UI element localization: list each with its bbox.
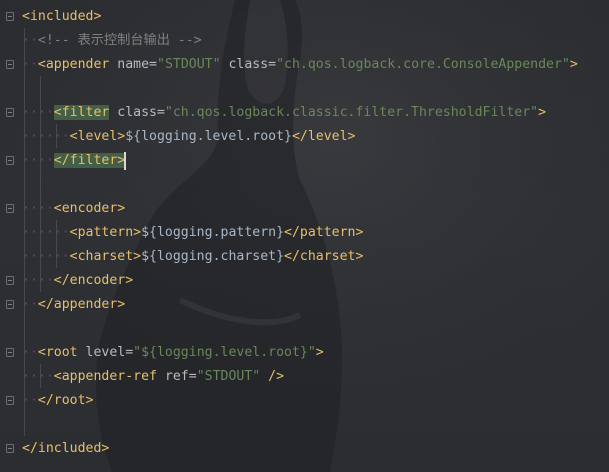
indent-whitespace: ···· — [22, 153, 54, 168]
editor-gutter — [0, 0, 20, 472]
indent-whitespace: ·· — [22, 57, 38, 72]
xml-text: ${logging.pattern} — [141, 225, 285, 240]
xml-tag-highlighted: </filter> — [53, 153, 126, 168]
text-caret — [124, 152, 126, 170]
indent-whitespace: ·· — [22, 297, 38, 312]
code-line[interactable]: ······<level>${logging.level.root}</leve… — [22, 125, 355, 149]
xml-tag: </included> — [22, 441, 110, 456]
xml-tag: <appender — [37, 57, 110, 72]
xml-tag: <charset> — [69, 249, 142, 264]
xml-tag: </root> — [37, 393, 94, 408]
code-line[interactable]: ······<pattern>${logging.pattern}</patte… — [22, 221, 363, 245]
xml-attribute: name= — [109, 57, 157, 72]
indent-whitespace: ·· — [22, 345, 38, 360]
fold-end-marker-icon[interactable] — [6, 396, 14, 405]
fold-marker-icon[interactable] — [6, 12, 14, 21]
code-line[interactable]: ····</encoder> — [22, 269, 133, 293]
indent-whitespace: ·· — [22, 33, 38, 48]
xml-tag: > — [538, 105, 547, 120]
xml-attribute: class= — [220, 57, 277, 72]
indent-whitespace: ···· — [22, 273, 54, 288]
xml-tag-highlighted: <filter — [53, 105, 110, 120]
xml-tag: > — [569, 57, 578, 72]
xml-tag: </charset> — [284, 249, 364, 264]
xml-attribute-value: "STDOUT" — [157, 57, 221, 72]
indent-whitespace: ······ — [22, 225, 70, 240]
fold-marker-icon[interactable] — [6, 204, 14, 213]
xml-attribute: level= — [77, 345, 134, 360]
fold-end-marker-icon[interactable] — [6, 300, 14, 309]
code-line[interactable]: ····<encoder> — [22, 197, 125, 221]
code-line[interactable]: </included> — [22, 437, 109, 461]
xml-tag: </level> — [291, 129, 356, 144]
fold-marker-icon[interactable] — [6, 60, 14, 69]
xml-tag: /> — [260, 369, 285, 384]
indent-whitespace: ···· — [22, 201, 54, 216]
xml-attribute-value: "ch.qos.logback.classic.filter.Threshold… — [164, 105, 539, 120]
xml-tag: <level> — [69, 129, 126, 144]
xml-tag: </appender> — [37, 297, 126, 312]
xml-tag: > — [315, 345, 324, 360]
xml-comment: <!-- 表示控制台输出 --> — [37, 33, 202, 48]
code-line[interactable]: ··<root level="${logging.level.root}"> — [22, 341, 324, 365]
fold-marker-icon[interactable] — [6, 348, 14, 357]
xml-attribute-value: "${logging.level.root}" — [133, 345, 316, 360]
xml-tag: <included> — [22, 9, 102, 24]
code-line[interactable]: ··<appender name="STDOUT" class="ch.qos.… — [22, 53, 578, 77]
code-line[interactable]: <included> — [22, 5, 101, 29]
xml-tag: </pattern> — [284, 225, 364, 240]
code-line[interactable]: ····<filter class="ch.qos.logback.classi… — [22, 101, 546, 125]
indent-whitespace: ·· — [22, 393, 38, 408]
xml-text: ${logging.charset} — [141, 249, 285, 264]
code-line[interactable]: ··</root> — [22, 389, 93, 413]
fold-end-marker-icon[interactable] — [6, 156, 14, 165]
code-line[interactable]: ··<!-- 表示控制台输出 --> — [22, 29, 202, 53]
xml-tag: <encoder> — [53, 201, 126, 216]
fold-end-marker-icon[interactable] — [6, 444, 14, 453]
indent-whitespace: ···· — [22, 105, 54, 120]
xml-attribute: class= — [109, 105, 165, 120]
fold-end-marker-icon[interactable] — [6, 276, 14, 285]
code-editor[interactable]: <included> ··<!-- 表示控制台输出 --> ··<appende… — [0, 0, 609, 472]
code-line[interactable]: ··</appender> — [22, 293, 125, 317]
xml-tag: <appender-ref — [53, 369, 157, 384]
code-line[interactable]: ······<charset>${logging.charset}</chars… — [22, 245, 363, 269]
fold-marker-icon[interactable] — [6, 108, 14, 117]
indent-whitespace: ······ — [22, 129, 70, 144]
xml-tag: </encoder> — [53, 273, 134, 288]
xml-text: ${logging.level.root} — [125, 129, 292, 144]
indent-whitespace: ······ — [22, 249, 70, 264]
code-line[interactable]: ····</filter> — [22, 149, 126, 173]
xml-tag: <pattern> — [69, 225, 142, 240]
xml-attribute-value: "ch.qos.logback.core.ConsoleAppender" — [276, 57, 570, 72]
xml-attribute-value: "STDOUT" — [196, 369, 261, 384]
xml-tag: <root — [37, 345, 78, 360]
xml-attribute: ref= — [156, 369, 197, 384]
indent-whitespace: ···· — [22, 369, 54, 384]
code-line[interactable]: ····<appender-ref ref="STDOUT" /> — [22, 365, 284, 389]
